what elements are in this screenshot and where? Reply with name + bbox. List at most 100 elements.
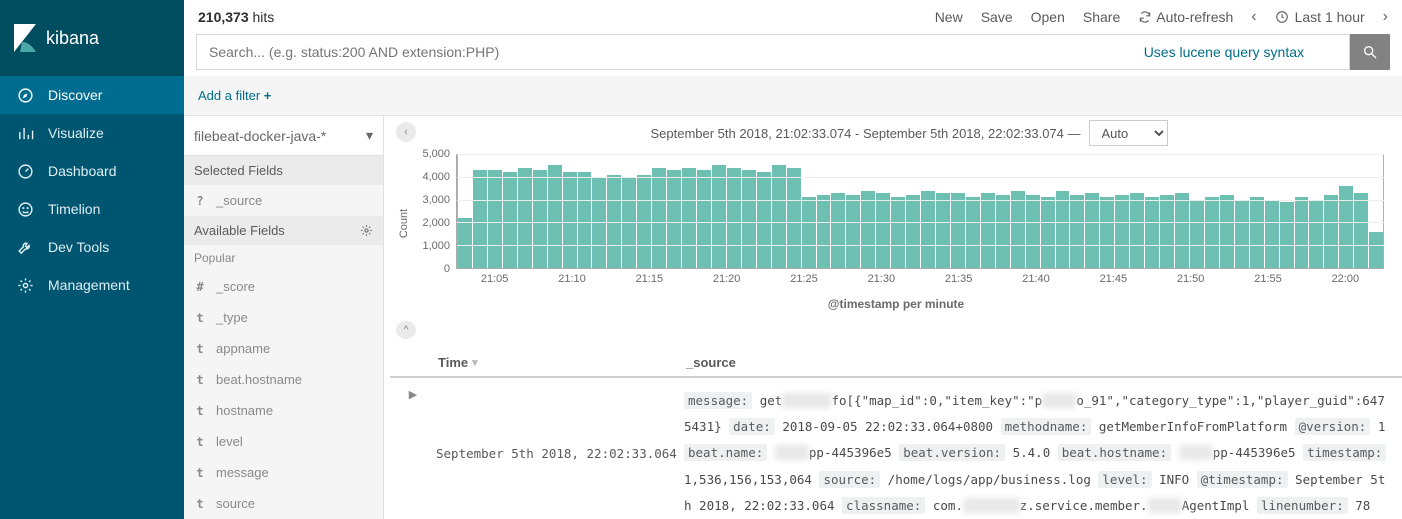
histogram-bar[interactable]	[1205, 197, 1219, 268]
histogram-bar[interactable]	[1324, 195, 1338, 268]
collapse-chart-button[interactable]: ^	[396, 321, 416, 339]
histogram-bar[interactable]	[712, 165, 726, 268]
histogram-bar[interactable]	[936, 193, 950, 268]
histogram-bar[interactable]	[1160, 195, 1174, 268]
histogram-bar[interactable]	[817, 195, 831, 268]
histogram-bar[interactable]	[1369, 232, 1383, 269]
histogram-bar[interactable]	[802, 197, 816, 268]
histogram-bar[interactable]	[1190, 200, 1204, 268]
histogram-bar[interactable]	[1250, 197, 1264, 268]
nav-dashboard[interactable]: Dashboard	[0, 152, 184, 190]
histogram-bar[interactable]	[488, 170, 502, 268]
time-picker[interactable]: Last 1 hour	[1275, 9, 1365, 25]
field-message[interactable]: tmessage	[184, 457, 383, 488]
histogram-bar[interactable]	[742, 170, 756, 268]
histogram-bar[interactable]	[473, 170, 487, 268]
histogram-bar[interactable]	[1265, 200, 1279, 268]
histogram-bar[interactable]	[891, 197, 905, 268]
histogram-bar[interactable]	[533, 170, 547, 268]
expand-row-button[interactable]: ▶	[390, 388, 436, 519]
results-panel: ‹ September 5th 2018, 21:02:33.074 - Sep…	[384, 116, 1402, 519]
histogram-bar[interactable]	[1056, 191, 1070, 269]
time-next-button[interactable]: ›	[1383, 8, 1388, 26]
histogram-chart[interactable]: 01,0002,0003,0004,0005,000 21:0521:1021:…	[412, 154, 1384, 293]
histogram-bar[interactable]	[1026, 195, 1040, 268]
histogram-bar[interactable]	[1145, 197, 1159, 268]
histogram-bar[interactable]	[697, 170, 711, 268]
histogram-bar[interactable]	[1175, 193, 1189, 268]
new-button[interactable]: New	[935, 9, 963, 25]
field-level[interactable]: tlevel	[184, 426, 383, 457]
histogram-bar[interactable]	[846, 195, 860, 268]
histogram-bar[interactable]	[637, 175, 651, 269]
nav-discover[interactable]: Discover	[0, 76, 184, 114]
histogram-bar[interactable]	[996, 195, 1010, 268]
nav-management[interactable]: Management	[0, 266, 184, 304]
logo[interactable]: kibana	[0, 0, 184, 76]
histogram-bar[interactable]	[1115, 195, 1129, 268]
histogram-bar[interactable]	[906, 195, 920, 268]
search-button[interactable]	[1350, 34, 1390, 70]
histogram-bar[interactable]	[563, 172, 577, 268]
histogram-bar[interactable]	[503, 172, 517, 268]
histogram-bar[interactable]	[548, 165, 562, 268]
histogram-bar[interactable]	[578, 172, 592, 268]
field-beat-hostname[interactable]: tbeat.hostname	[184, 364, 383, 395]
histogram-bar[interactable]	[861, 191, 875, 269]
histogram-bar[interactable]	[1280, 202, 1294, 268]
field-_source[interactable]: ?_source	[184, 185, 383, 216]
histogram-bar[interactable]	[876, 193, 890, 268]
histogram-bar[interactable]	[1011, 191, 1025, 269]
nav-dev-tools[interactable]: Dev Tools	[0, 228, 184, 266]
histogram-bar[interactable]	[1309, 200, 1323, 268]
histogram-bar[interactable]	[1235, 200, 1249, 268]
histogram-bar[interactable]	[458, 218, 472, 268]
histogram-bar[interactable]	[682, 168, 696, 268]
histogram-bar[interactable]	[921, 191, 935, 269]
save-button[interactable]: Save	[981, 9, 1013, 25]
histogram-bar[interactable]	[831, 193, 845, 268]
search-icon	[1362, 44, 1378, 60]
auto-refresh-button[interactable]: Auto-refresh	[1138, 9, 1233, 25]
field-_type[interactable]: t_type	[184, 302, 383, 333]
histogram-bar[interactable]	[518, 168, 532, 268]
field-_score[interactable]: #_score	[184, 271, 383, 302]
histogram-bar[interactable]	[951, 193, 965, 268]
histogram-bar[interactable]	[652, 168, 666, 268]
histogram-bar[interactable]	[1041, 197, 1055, 268]
field-hostname[interactable]: thostname	[184, 395, 383, 426]
histogram-bar[interactable]	[981, 193, 995, 268]
col-source-header[interactable]: _source	[686, 355, 1402, 370]
histogram-bar[interactable]	[1070, 195, 1084, 268]
histogram-bar[interactable]	[772, 165, 786, 268]
histogram-bar[interactable]	[1339, 186, 1353, 268]
gear-icon[interactable]	[360, 224, 373, 237]
share-button[interactable]: Share	[1083, 9, 1120, 25]
histogram-bar[interactable]	[727, 168, 741, 268]
histogram-bar[interactable]	[607, 175, 621, 269]
open-button[interactable]: Open	[1031, 9, 1065, 25]
index-pattern-select[interactable]: filebeat-docker-java-* ▾	[184, 116, 383, 156]
field-type-icon: t	[194, 311, 206, 325]
interval-select[interactable]: Auto	[1089, 120, 1168, 146]
field-source[interactable]: tsource	[184, 488, 383, 519]
col-time-header[interactable]: Time ▾	[438, 355, 686, 370]
add-filter-button[interactable]: Add a filter +	[198, 88, 271, 103]
histogram-bar[interactable]	[1085, 193, 1099, 268]
nav-timelion[interactable]: Timelion	[0, 190, 184, 228]
time-prev-button[interactable]: ‹	[1251, 8, 1256, 26]
collapse-fields-button[interactable]: ‹	[396, 122, 416, 142]
histogram-bar[interactable]	[1100, 197, 1114, 268]
histogram-bar[interactable]	[787, 168, 801, 268]
histogram-bar[interactable]	[757, 172, 771, 268]
histogram-bar[interactable]	[1130, 193, 1144, 268]
field-appname[interactable]: tappname	[184, 333, 383, 364]
histogram-bar[interactable]	[1295, 197, 1309, 268]
field-type-icon: t	[194, 497, 206, 511]
search-hint[interactable]: Uses lucene query syntax	[1144, 34, 1304, 70]
histogram-bar[interactable]	[667, 170, 681, 268]
histogram-bar[interactable]	[1220, 195, 1234, 268]
histogram-bar[interactable]	[1354, 193, 1368, 268]
nav-visualize[interactable]: Visualize	[0, 114, 184, 152]
histogram-bar[interactable]	[966, 197, 980, 268]
